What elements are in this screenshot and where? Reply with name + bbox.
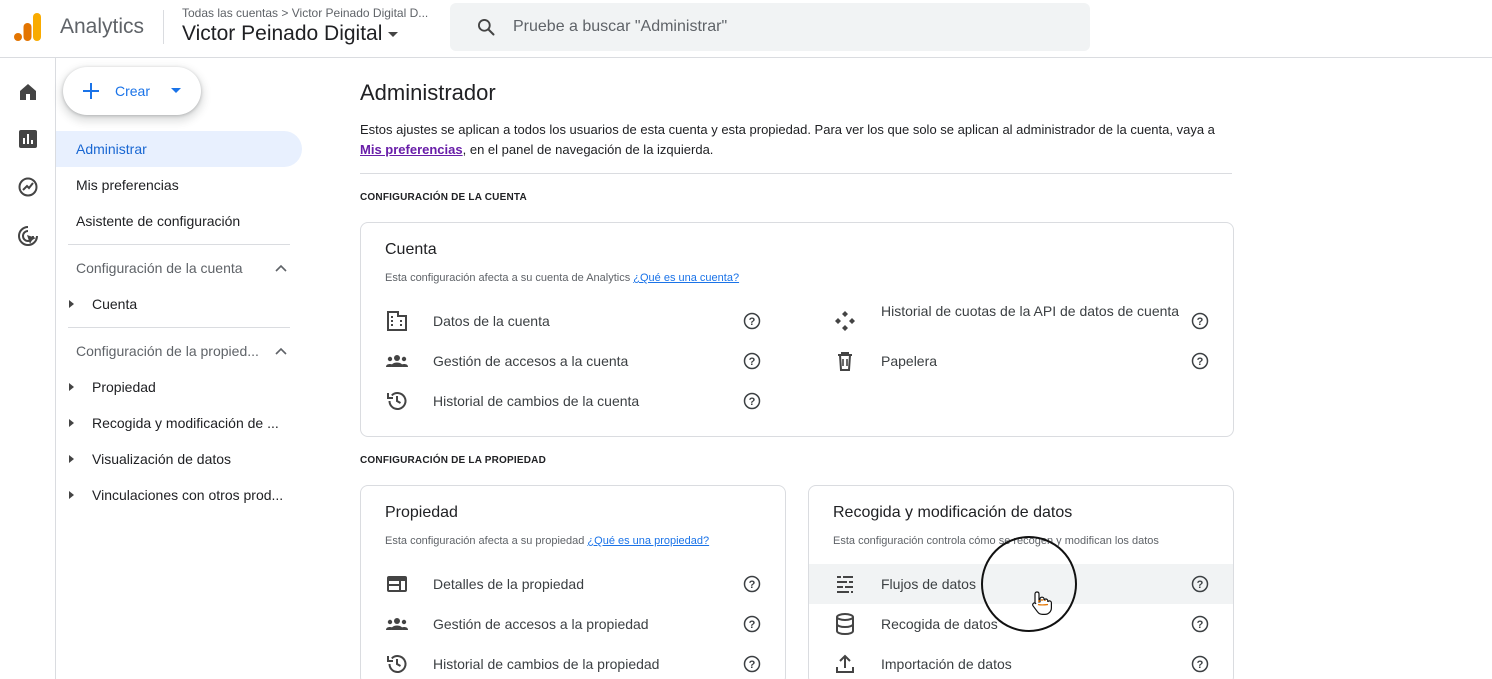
svg-text:?: ?: [1197, 356, 1204, 368]
row-property-details[interactable]: Detalles de la propiedad ?: [361, 564, 785, 604]
chevron-down-icon: [171, 88, 181, 93]
row-trash[interactable]: Papelera ?: [809, 341, 1233, 381]
expand-arrow-icon: [69, 419, 74, 427]
account-card: Cuenta Esta configuración afecta a su cu…: [360, 222, 1234, 437]
search-input[interactable]: [513, 3, 1073, 51]
help-icon[interactable]: ?: [1191, 575, 1209, 593]
preferences-link[interactable]: Mis preferencias: [360, 142, 463, 157]
row-account-access[interactable]: Gestión de accesos a la cuenta ?: [361, 341, 785, 381]
svg-text:?: ?: [749, 396, 756, 408]
row-property-access[interactable]: Gestión de accesos a la propiedad ?: [361, 604, 785, 644]
reports-icon[interactable]: [16, 127, 40, 151]
card-title: Cuenta: [385, 241, 437, 258]
svg-text:?: ?: [749, 619, 756, 631]
card-description: Esta configuración afecta a su propiedad…: [385, 535, 710, 547]
account-switcher[interactable]: Victor Peinado Digital: [182, 22, 399, 46]
row-account-details[interactable]: Datos de la cuenta ?: [361, 301, 785, 341]
left-rail: [0, 58, 56, 679]
expand-arrow-icon: [69, 383, 74, 391]
row-property-history[interactable]: Historial de cambios de la propiedad ?: [361, 644, 785, 679]
explore-icon[interactable]: [16, 175, 40, 199]
help-icon[interactable]: ?: [1191, 352, 1209, 370]
group-icon: [386, 618, 408, 630]
plus-icon: [83, 83, 99, 99]
expand-arrow-icon: [69, 455, 74, 463]
svg-text:?: ?: [1197, 659, 1204, 671]
property-card: Propiedad Esta configuración afecta a su…: [360, 485, 786, 679]
breadcrumb[interactable]: Todas las cuentas > Victor Peinado Digit…: [182, 6, 428, 20]
building-icon: [387, 311, 407, 331]
nav-section-account[interactable]: Configuración de la cuenta: [76, 260, 276, 276]
section-divider: [360, 173, 1232, 174]
help-icon[interactable]: ?: [743, 392, 761, 410]
web-icon: [387, 576, 407, 592]
home-icon[interactable]: [16, 80, 40, 104]
row-account-history[interactable]: Historial de cambios de la cuenta ?: [361, 381, 785, 421]
card-description: Esta configuración controla cómo se reco…: [833, 535, 1159, 547]
nav-divider: [68, 244, 290, 245]
nav-section-property[interactable]: Configuración de la propied...: [76, 343, 276, 359]
help-icon[interactable]: ?: [1191, 615, 1209, 633]
advertising-icon[interactable]: [16, 224, 40, 248]
expand-arrow-icon: [69, 491, 74, 499]
intro-text: Estos ajustes se aplican a todos los usu…: [360, 122, 1215, 157]
hand-pointer-icon: [1032, 591, 1052, 615]
chevron-up-icon[interactable]: [275, 345, 287, 357]
group-icon: [386, 355, 408, 367]
top-bar: Analytics Todas las cuentas > Victor Pei…: [0, 0, 1492, 58]
help-icon[interactable]: ?: [743, 312, 761, 330]
nav-item-setup-assistant[interactable]: Asistente de configuración: [56, 203, 302, 239]
expand-arrow-icon: [69, 300, 74, 308]
header-divider: [163, 10, 164, 44]
nav-item-admin[interactable]: Administrar: [56, 131, 302, 167]
search-bar[interactable]: [450, 3, 1090, 51]
help-icon[interactable]: ?: [743, 575, 761, 593]
card-title: Propiedad: [385, 504, 458, 521]
svg-text:?: ?: [749, 356, 756, 368]
svg-text:?: ?: [749, 659, 756, 671]
what-is-property-link[interactable]: ¿Qué es una propiedad?: [587, 535, 709, 547]
help-icon[interactable]: ?: [1191, 655, 1209, 673]
help-icon[interactable]: ?: [743, 615, 761, 633]
data-streams-icon: [837, 576, 853, 593]
help-icon[interactable]: ?: [743, 655, 761, 673]
cursor-highlight-ring: [981, 536, 1077, 632]
svg-text:?: ?: [749, 316, 756, 328]
help-icon[interactable]: ?: [1191, 312, 1209, 330]
page-title: Administrador: [360, 80, 496, 105]
create-label: Crear: [115, 83, 151, 99]
svg-text:?: ?: [1197, 579, 1204, 591]
nav-divider: [68, 327, 290, 328]
account-section-heading: CONFIGURACIÓN DE LA CUENTA: [360, 192, 527, 203]
chevron-up-icon[interactable]: [275, 262, 287, 274]
history-icon: [387, 392, 407, 410]
upload-icon: [836, 654, 854, 673]
account-name: Victor Peinado Digital: [182, 22, 383, 45]
card-title: Recogida y modificación de datos: [833, 504, 1073, 521]
brand-name: Analytics: [60, 15, 145, 38]
api-icon: [835, 311, 855, 331]
row-api-quota-history[interactable]: Historial de cuotas de la API de datos d…: [809, 301, 1233, 341]
svg-text:?: ?: [1197, 619, 1204, 631]
svg-text:?: ?: [749, 579, 756, 591]
create-button[interactable]: Crear: [63, 67, 201, 115]
chevron-down-icon: [388, 31, 399, 37]
what-is-account-link[interactable]: ¿Qué es una cuenta?: [633, 272, 739, 284]
help-icon[interactable]: ?: [743, 352, 761, 370]
row-data-import[interactable]: Importación de datos ?: [809, 644, 1233, 679]
trash-icon: [838, 352, 852, 371]
analytics-logo[interactable]: [14, 12, 44, 42]
nav-item-preferences[interactable]: Mis preferencias: [56, 167, 302, 203]
svg-text:?: ?: [1197, 316, 1204, 328]
card-description: Esta configuración afecta a su cuenta de…: [385, 272, 740, 284]
search-icon: [478, 19, 495, 36]
history-icon: [387, 655, 407, 673]
property-section-heading: CONFIGURACIÓN DE LA PROPIEDAD: [360, 455, 546, 466]
database-icon: [836, 613, 854, 636]
